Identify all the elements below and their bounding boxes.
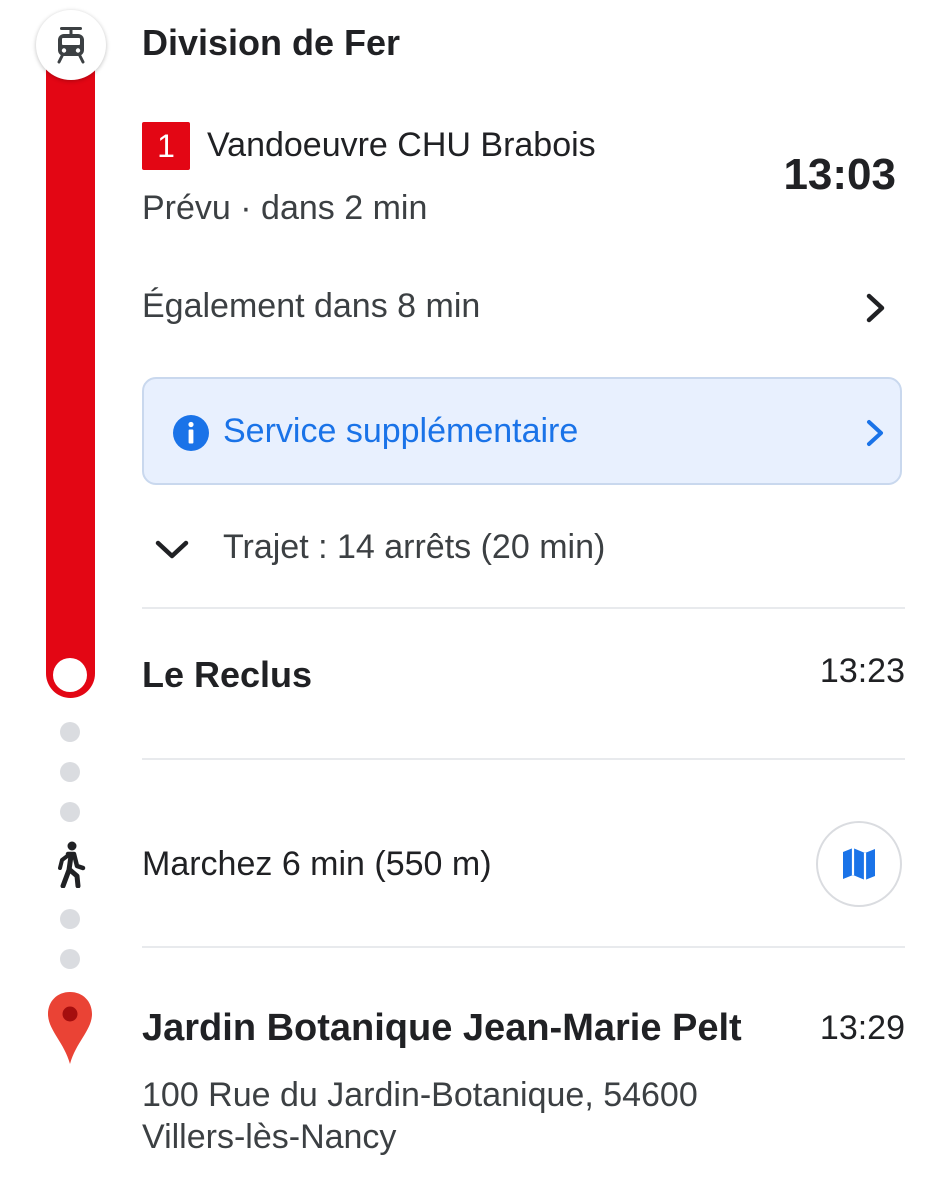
- walk-instruction: Marchez 6 min (550 m): [142, 845, 492, 883]
- line-direction: Vandoeuvre CHU Brabois: [207, 126, 596, 164]
- destination-arrival-time: 13:29: [819, 1009, 905, 1047]
- walk-dot: [60, 722, 80, 742]
- tram-line-rail: [46, 40, 95, 698]
- walk-dot: [60, 802, 80, 822]
- walk-dot: [60, 949, 80, 969]
- departure-time: 13:03: [783, 150, 896, 199]
- chevron-down-icon[interactable]: [150, 532, 194, 568]
- location-pin-icon: [48, 992, 92, 1064]
- destination-name: Jardin Botanique Jean-Marie Pelt: [142, 1007, 742, 1049]
- divider: [142, 758, 905, 760]
- map-button[interactable]: [816, 821, 902, 907]
- divider: [142, 946, 905, 948]
- destination-address-line1: 100 Rue du Jardin-Botanique, 54600: [142, 1076, 698, 1114]
- trip-stops-toggle[interactable]: Trajet : 14 arrêts (20 min): [223, 528, 605, 567]
- destination-address-line2: Villers-lès-Nancy: [142, 1118, 397, 1156]
- tram-icon-badge: [36, 10, 106, 80]
- map-icon: [843, 848, 875, 880]
- arrival-stop-time: 13:23: [819, 652, 905, 690]
- service-alert-label[interactable]: Service supplémentaire: [223, 412, 578, 451]
- chevron-right-icon[interactable]: [858, 288, 894, 328]
- info-icon: [173, 415, 209, 451]
- arrival-stop-marker: [53, 658, 87, 692]
- arrival-stop-name: Le Reclus: [142, 654, 313, 695]
- chevron-right-icon[interactable]: [860, 413, 890, 453]
- divider: [142, 607, 905, 609]
- walk-icon: [58, 841, 86, 888]
- next-departures-link[interactable]: Également dans 8 min: [142, 287, 480, 326]
- walk-dot: [60, 909, 80, 929]
- line-badge: 1: [142, 122, 190, 170]
- walk-dot: [60, 762, 80, 782]
- departure-stop-name: Division de Fer: [142, 22, 401, 63]
- departure-status: Prévu · dans 2 min: [142, 189, 428, 227]
- tram-icon: [57, 27, 85, 64]
